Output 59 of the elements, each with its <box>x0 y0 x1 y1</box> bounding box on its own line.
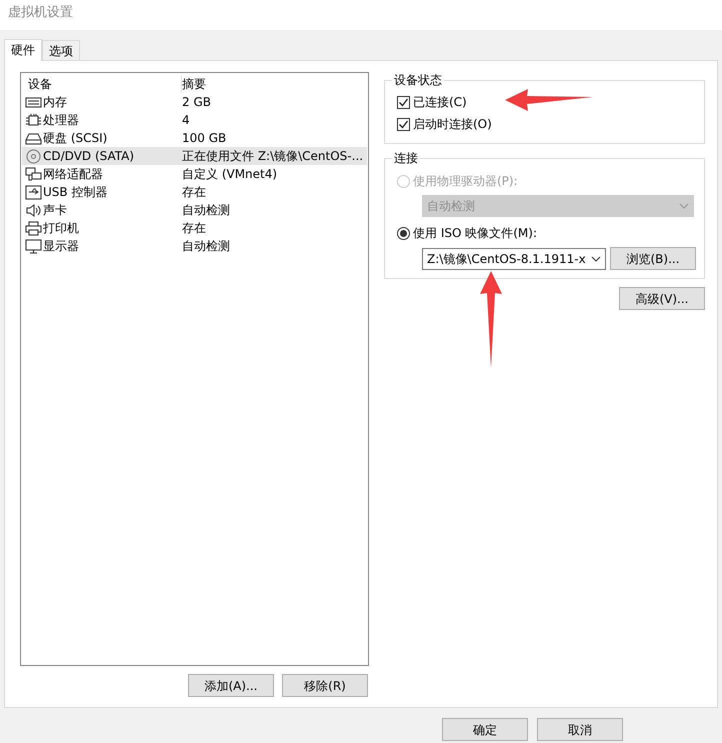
disc-icon <box>25 148 42 164</box>
device-summary: 存在 <box>181 184 206 201</box>
device-row[interactable]: 打印机 存在 <box>22 219 367 237</box>
caret-icon <box>591 256 601 262</box>
window-title: 虚拟机设置 <box>8 5 73 20</box>
device-name: 内存 <box>43 94 67 111</box>
device-name: 硬盘 (SCSI) <box>43 130 108 147</box>
speaker-icon <box>25 202 42 218</box>
column-header: 摘要 <box>181 75 367 93</box>
device-summary: 正在使用文件 Z:\镜像\CentOS-... <box>181 148 364 165</box>
device-row[interactable]: 声卡 自动检测 <box>22 201 367 219</box>
file-path-dropdown[interactable]: Z:\镜像\CentOS-8.1.1911-x <box>422 248 606 270</box>
device-row[interactable]: USB 控制器 存在 <box>22 183 367 201</box>
device-row[interactable]: 内存 2 GB <box>22 93 367 111</box>
monitor-icon <box>25 238 42 254</box>
column-header: 设备 <box>27 76 53 93</box>
radio-button[interactable] <box>397 226 410 240</box>
browse-button[interactable]: 浏览(B)... <box>610 247 696 270</box>
checkbox[interactable] <box>397 118 410 130</box>
device-summary: 自动检测 <box>181 238 230 255</box>
checkbox-label: 启动时连接(O) <box>413 116 492 133</box>
device-row[interactable]: CD/DVD (SATA) 正在使用文件 Z:\镜像\CentOS-... <box>22 147 367 165</box>
list-button[interactable]: 移除(R) <box>282 674 368 697</box>
device-row[interactable]: 显示器 自动检测 <box>22 237 367 255</box>
memory-icon <box>25 94 42 110</box>
chip-icon <box>25 112 42 128</box>
device-name: 打印机 <box>43 220 79 237</box>
printer-icon <box>25 220 42 236</box>
device-name: 显示器 <box>43 238 79 255</box>
device-name: USB 控制器 <box>43 184 108 201</box>
disk-drive-icon <box>25 130 42 146</box>
advanced-button[interactable]: 高级(V)... <box>619 287 705 310</box>
radio-label: 使用物理驱动器(P): <box>413 173 518 190</box>
device-name: 声卡 <box>43 202 67 219</box>
device-name: 网络适配器 <box>43 166 103 183</box>
radio-label: 使用 ISO 映像文件(M): <box>413 225 537 242</box>
usb-icon <box>25 184 42 200</box>
dialog-button[interactable]: 取消 <box>537 718 623 741</box>
device-row[interactable]: 网络适配器 自定义 (VMnet4) <box>22 165 367 183</box>
device-summary: 自动检测 <box>181 202 230 219</box>
device-name: 处理器 <box>43 112 79 129</box>
device-summary: 4 <box>181 112 190 129</box>
dialog-button[interactable]: 确定 <box>442 718 528 741</box>
device-summary: 存在 <box>181 220 206 237</box>
group-title: 设备状态 <box>392 71 444 89</box>
checkbox[interactable] <box>397 96 410 108</box>
checkbox-label: 已连接(C) <box>413 94 467 111</box>
device-summary: 100 GB <box>181 130 226 147</box>
device-row[interactable]: 硬盘 (SCSI) 100 GB <box>22 129 367 147</box>
caret-icon <box>679 203 689 209</box>
network-icon <box>25 166 42 182</box>
device-row[interactable]: 处理器 4 <box>22 111 367 129</box>
device-summary: 自定义 (VMnet4) <box>181 166 278 183</box>
group-title: 连接 <box>392 149 420 167</box>
tab[interactable]: 硬件 <box>4 39 42 61</box>
tab[interactable]: 选项 <box>42 40 80 60</box>
device-summary: 2 GB <box>181 94 211 111</box>
list-button[interactable]: 添加(A)... <box>188 674 274 697</box>
device-name: CD/DVD (SATA) <box>43 148 134 165</box>
